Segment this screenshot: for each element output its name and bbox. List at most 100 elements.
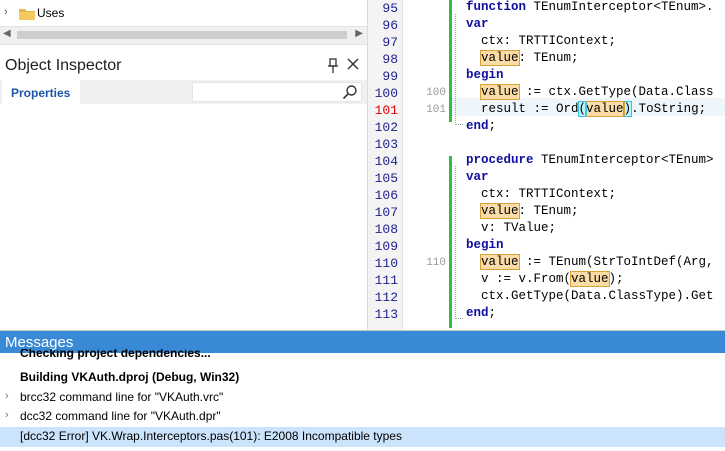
- line-number: 100: [374, 86, 398, 101]
- identifier-highlight: value: [480, 254, 520, 270]
- pin-icon[interactable]: [327, 58, 339, 74]
- fold-guide: [455, 14, 463, 125]
- line-number: 107: [374, 205, 398, 220]
- keyword: procedure: [466, 153, 534, 167]
- close-icon[interactable]: [346, 57, 360, 71]
- message-text: brcc32 command line for "VKAuth.vrc": [20, 390, 224, 404]
- message-text: [dcc32 Error] VK.Wrap.Interceptors.pas(1…: [20, 429, 402, 443]
- line-number: 110: [374, 256, 398, 271]
- modified-lines-marker: [449, 156, 452, 328]
- chevron-right-icon[interactable]: ›: [5, 390, 9, 402]
- code-text: : TEnum;: [518, 204, 579, 218]
- bracket-match: (: [577, 101, 587, 117]
- code-line: var: [466, 17, 489, 31]
- code-text: : TEnum;: [518, 51, 579, 65]
- code-text: TEnumInterceptor<TEnum>: [533, 153, 714, 167]
- code-line: procedure TEnumInterceptor<TEnum>: [466, 153, 714, 167]
- keyword: end: [466, 119, 489, 133]
- line-number: 113: [374, 307, 398, 322]
- identifier-highlight: value: [480, 203, 520, 219]
- scrollbar-thumb[interactable]: [17, 31, 347, 39]
- identifier-highlight: value: [585, 101, 625, 117]
- debug-line-number: 110: [426, 257, 446, 269]
- chevron-right-icon[interactable]: ›: [5, 409, 9, 421]
- message-text: Checking project dependencies...: [20, 349, 211, 360]
- modified-lines-marker: [449, 0, 452, 122]
- left-panel: › Uses ◀ ▶ Object Inspector Properties: [0, 0, 368, 330]
- keyword: begin: [466, 68, 504, 82]
- folder-icon: [19, 9, 35, 20]
- code-line: end;: [466, 119, 496, 133]
- tree-item-label: Uses: [37, 6, 65, 20]
- identifier-highlight: value: [480, 84, 520, 100]
- line-number: 96: [382, 18, 398, 33]
- code-text: ctx: TRTTIContext;: [481, 187, 617, 201]
- keyword: function: [466, 0, 527, 14]
- identifier-highlight: value: [480, 50, 520, 66]
- code-line: begin: [466, 238, 504, 252]
- line-number: 102: [374, 120, 398, 135]
- code-text: ;: [488, 119, 497, 133]
- code-line: value: TEnum;: [480, 50, 579, 66]
- line-number: 98: [382, 52, 398, 67]
- code-text: TEnumInterceptor<TEnum>.: [526, 0, 714, 14]
- line-number: 111: [374, 273, 398, 288]
- panel-title: Object Inspector: [5, 57, 122, 74]
- keyword: var: [466, 17, 489, 31]
- keyword: begin: [466, 238, 504, 252]
- line-number: 99: [382, 69, 398, 84]
- keyword: var: [466, 170, 489, 184]
- line-number: 95: [382, 1, 398, 16]
- code-line: v: TValue;: [481, 221, 556, 235]
- code-text: v: TValue;: [481, 221, 557, 235]
- tab-label: Properties: [11, 86, 71, 100]
- code-text: v := v.From(: [481, 272, 572, 286]
- line-number: 103: [374, 137, 398, 152]
- identifier-highlight: value: [570, 271, 610, 287]
- search-icon[interactable]: [342, 84, 358, 100]
- search-input[interactable]: [192, 82, 362, 102]
- message-text: Building VKAuth.dproj (Debug, Win32): [20, 370, 240, 384]
- code-line-current: result := Ord(value).ToString;: [481, 101, 707, 117]
- code-line: var: [466, 170, 489, 184]
- keyword: end: [466, 306, 489, 320]
- code-text: := ctx.GetType(Data.Class: [518, 85, 714, 99]
- message-text: dcc32 command line for "VKAuth.dpr": [20, 409, 221, 423]
- code-text: := TEnum(StrToIntDef(Arg,: [518, 255, 714, 269]
- code-line: ctx.GetType(Data.ClassType).Get: [481, 289, 714, 303]
- code-line: value := ctx.GetType(Data.Class: [480, 84, 714, 100]
- debug-line-number: 101: [426, 104, 446, 116]
- code-line: v := v.From(value);: [481, 271, 624, 287]
- code-line: ctx: TRTTIContext;: [481, 34, 616, 48]
- line-number: 108: [374, 222, 398, 237]
- tree-item-uses[interactable]: › Uses: [0, 0, 367, 26]
- code-line: value: TEnum;: [480, 203, 579, 219]
- line-number: 97: [382, 35, 398, 50]
- bracket-match: ): [622, 101, 633, 117]
- fold-guide: [455, 166, 463, 319]
- code-text: ctx.GetType(Data.ClassType).Get: [481, 289, 714, 303]
- code-line: ctx: TRTTIContext;: [481, 187, 616, 201]
- line-number: 112: [374, 290, 398, 305]
- code-line: end;: [466, 306, 496, 320]
- code-text: ctx: TRTTIContext;: [481, 34, 617, 48]
- gutter-separator: [402, 0, 403, 330]
- code-text: result := Ord: [481, 102, 579, 116]
- code-text: );: [608, 272, 624, 286]
- line-number: 109: [374, 239, 398, 254]
- line-number: 101: [374, 103, 398, 118]
- debug-line-number: 100: [426, 87, 446, 99]
- object-inspector-header: Object Inspector: [0, 52, 367, 80]
- code-line: function TEnumInterceptor<TEnum>.: [466, 0, 714, 14]
- line-number: 105: [374, 171, 398, 186]
- code-text: .ToString;: [631, 102, 707, 116]
- code-line: begin: [466, 68, 504, 82]
- tab-properties[interactable]: Properties: [2, 80, 80, 104]
- chevron-right-icon[interactable]: ›: [4, 6, 8, 18]
- horizontal-scrollbar[interactable]: ◀ ▶: [0, 26, 367, 45]
- line-number: 104: [374, 154, 398, 169]
- scroll-right-icon[interactable]: ▶: [355, 28, 363, 39]
- line-number: 106: [374, 188, 398, 203]
- code-line: value := TEnum(StrToIntDef(Arg,: [480, 254, 714, 270]
- scroll-left-icon[interactable]: ◀: [3, 28, 11, 39]
